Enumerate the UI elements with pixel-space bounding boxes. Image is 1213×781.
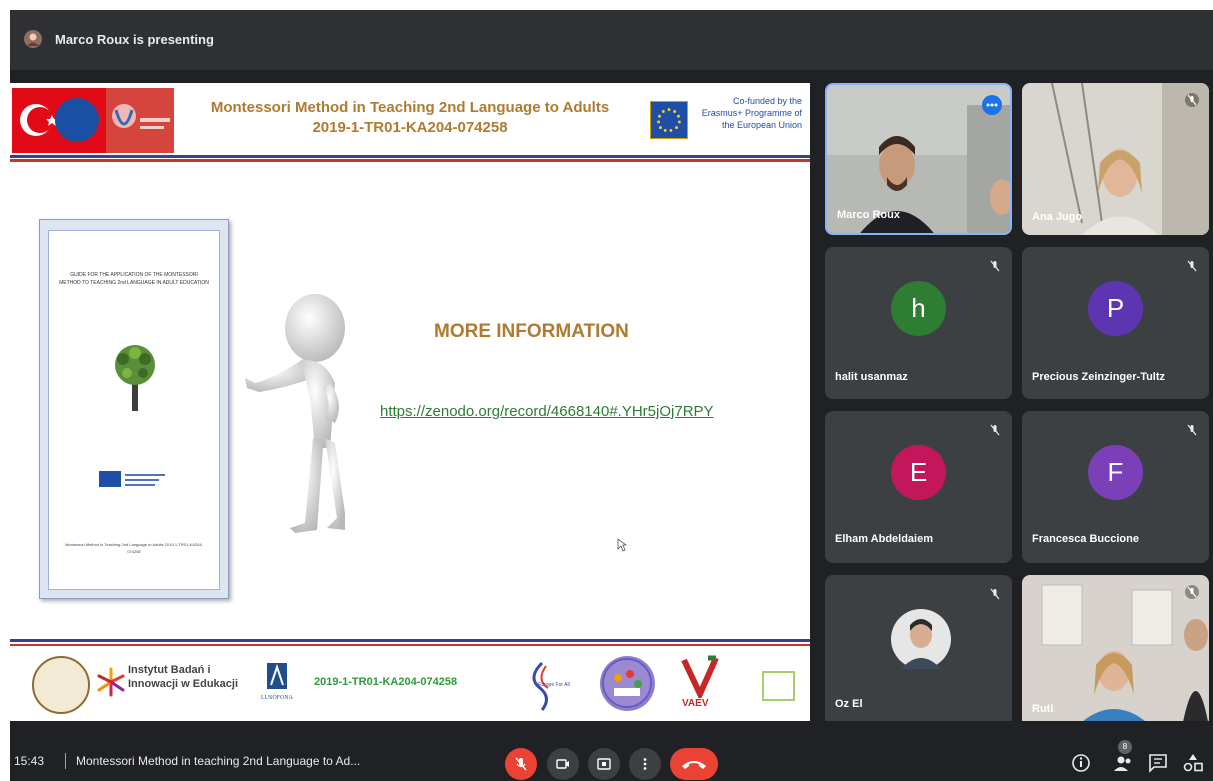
mic-off-icon bbox=[515, 757, 527, 771]
europe-for-all-logo: Europe For All bbox=[522, 658, 572, 713]
globe-kids-logo bbox=[600, 656, 655, 711]
more-vertical-icon bbox=[643, 758, 647, 770]
presenter-avatar-icon bbox=[24, 30, 42, 48]
project-logo bbox=[106, 88, 174, 153]
project-code: 2019-1-TR01-KA204-074258 bbox=[314, 676, 458, 688]
lusofona-logo: LUSÓFONA bbox=[257, 661, 297, 706]
avatar: h bbox=[891, 281, 946, 336]
zenodo-link[interactable]: https://zenodo.org/record/4668140#.YHr5j… bbox=[380, 403, 714, 420]
participant-tile-elham-abdeldaiem[interactable]: E Elham Abdeldaiem bbox=[825, 411, 1012, 563]
guide-footer: Montessori Method in Teaching 2nd Langua… bbox=[65, 542, 203, 554]
mic-off-icon bbox=[990, 424, 1000, 436]
people-icon[interactable] bbox=[1112, 752, 1134, 774]
slide-title-line1: Montessori Method in Teaching 2nd Langua… bbox=[210, 99, 610, 116]
ibi-line2: Innowacji w Edukacji bbox=[128, 678, 239, 690]
mic-off-icon bbox=[1187, 424, 1197, 436]
slide-title: Montessori Method in Teaching 2nd Langua… bbox=[180, 98, 640, 138]
university-seal-logo bbox=[32, 656, 90, 714]
participant-tile-marco-roux[interactable]: Marco Roux bbox=[825, 83, 1012, 235]
mouse-cursor-icon bbox=[617, 538, 627, 552]
guide-book-cover: GUIDE FOR THE APPLICATION OF THE MONTESS… bbox=[39, 219, 229, 599]
vaev-logo: VAEV bbox=[678, 654, 722, 714]
participant-name: Francesca Buccione bbox=[1032, 533, 1139, 545]
participant-tile-francesca-buccione[interactable]: F Francesca Buccione bbox=[1022, 411, 1209, 563]
ibi-name: Instytut Badań i Innowacji w Edukacji bbox=[128, 663, 238, 691]
mic-off-icon bbox=[990, 260, 1000, 272]
participant-name: Elham Abdeldaiem bbox=[835, 533, 934, 545]
slide-title-line2: 2019-1-TR01-KA204-074258 bbox=[312, 119, 508, 136]
more-options-button[interactable] bbox=[629, 748, 661, 780]
slide-header: Montessori Method in Teaching 2nd Langua… bbox=[10, 83, 810, 162]
footer-divider bbox=[10, 639, 810, 642]
slide-footer: Instytut Badań i Innowacji w Edukacji LU… bbox=[10, 646, 810, 721]
people-count-badge: 8 bbox=[1118, 740, 1132, 754]
end-call-icon bbox=[682, 761, 706, 769]
europe-for-all-text: Europe For All bbox=[538, 682, 570, 688]
profile-photo-avatar bbox=[891, 609, 951, 669]
shared-slide: Montessori Method in Teaching 2nd Langua… bbox=[10, 83, 810, 721]
app-root: Marco Roux is presenting Montessori Meth… bbox=[0, 0, 1213, 781]
partner-logo-placeholder bbox=[762, 671, 795, 701]
divider bbox=[65, 753, 66, 769]
eu-stars-icon bbox=[55, 98, 99, 142]
participant-name: Oz El bbox=[835, 698, 863, 710]
eu-cofunded-logo bbox=[99, 471, 165, 487]
eu-flag-icon bbox=[650, 101, 688, 139]
avatar: E bbox=[891, 445, 946, 500]
ibi-star-logo bbox=[97, 667, 125, 697]
participant-name: halit usanmaz bbox=[835, 371, 908, 383]
participant-tile-ruti[interactable]: Ruti bbox=[1022, 575, 1209, 727]
header-divider bbox=[10, 155, 810, 158]
avatar: F bbox=[1088, 445, 1143, 500]
avatar: P bbox=[1088, 281, 1143, 336]
mic-off-icon bbox=[1185, 93, 1199, 107]
chat-icon[interactable] bbox=[1147, 752, 1169, 774]
mic-off-icon bbox=[990, 588, 1000, 600]
meeting-clock: 15:43 bbox=[14, 754, 45, 768]
participant-tile-ana-jugo[interactable]: Ana Jugo bbox=[1022, 83, 1209, 235]
present-icon bbox=[597, 758, 611, 770]
ibi-line1: Instytut Badań i bbox=[128, 664, 211, 676]
guide-title: GUIDE FOR THE APPLICATION OF THE MONTESS… bbox=[59, 272, 209, 286]
leave-call-button[interactable] bbox=[670, 748, 718, 780]
participant-tile-oz-el[interactable]: Oz El bbox=[825, 575, 1012, 727]
meet-window: Marco Roux is presenting Montessori Meth… bbox=[10, 10, 1213, 781]
more-information-heading: MORE INFORMATION bbox=[434, 321, 629, 342]
camera-toggle-button[interactable] bbox=[547, 748, 579, 780]
participant-name: Marco Roux bbox=[837, 209, 900, 221]
participant-name: Precious Zeinzinger-Tultz bbox=[1032, 371, 1166, 383]
more-options-icon[interactable] bbox=[982, 95, 1002, 115]
lusofona-text: LUSÓFONA bbox=[260, 695, 293, 701]
cofunded-text: Co-funded by the Erasmus+ Programme of t… bbox=[701, 96, 802, 130]
activities-icon[interactable] bbox=[1182, 752, 1204, 774]
present-now-button[interactable] bbox=[588, 748, 620, 780]
meeting-title: Montessori Method in teaching 2nd Langua… bbox=[76, 754, 361, 768]
participant-name: Ana Jugo bbox=[1032, 211, 1083, 223]
mic-off-icon bbox=[1185, 585, 1199, 599]
header-divider-red bbox=[10, 159, 810, 162]
meeting-controls-bar: 15:43 Montessori Method in teaching 2nd … bbox=[10, 721, 1213, 781]
participant-tile-precious-zeinzinger-tultz[interactable]: P Precious Zeinzinger-Tultz bbox=[1022, 247, 1209, 399]
presentation-banner: Marco Roux is presenting bbox=[10, 10, 1213, 70]
tree-icon bbox=[115, 345, 155, 411]
vaev-text: VAEV bbox=[682, 698, 709, 709]
presenter-text: Marco Roux is presenting bbox=[55, 32, 214, 47]
meeting-details-icon[interactable] bbox=[1070, 752, 1092, 774]
participant-name: Ruti bbox=[1032, 703, 1054, 715]
3d-figure-pointing bbox=[245, 294, 345, 533]
guide-page: GUIDE FOR THE APPLICATION OF THE MONTESS… bbox=[48, 230, 220, 590]
camera-icon bbox=[556, 759, 569, 769]
mic-off-icon bbox=[1187, 260, 1197, 272]
participant-tile-halit-usanmaz[interactable]: h halit usanmaz bbox=[825, 247, 1012, 399]
microphone-toggle-button[interactable] bbox=[505, 748, 537, 780]
